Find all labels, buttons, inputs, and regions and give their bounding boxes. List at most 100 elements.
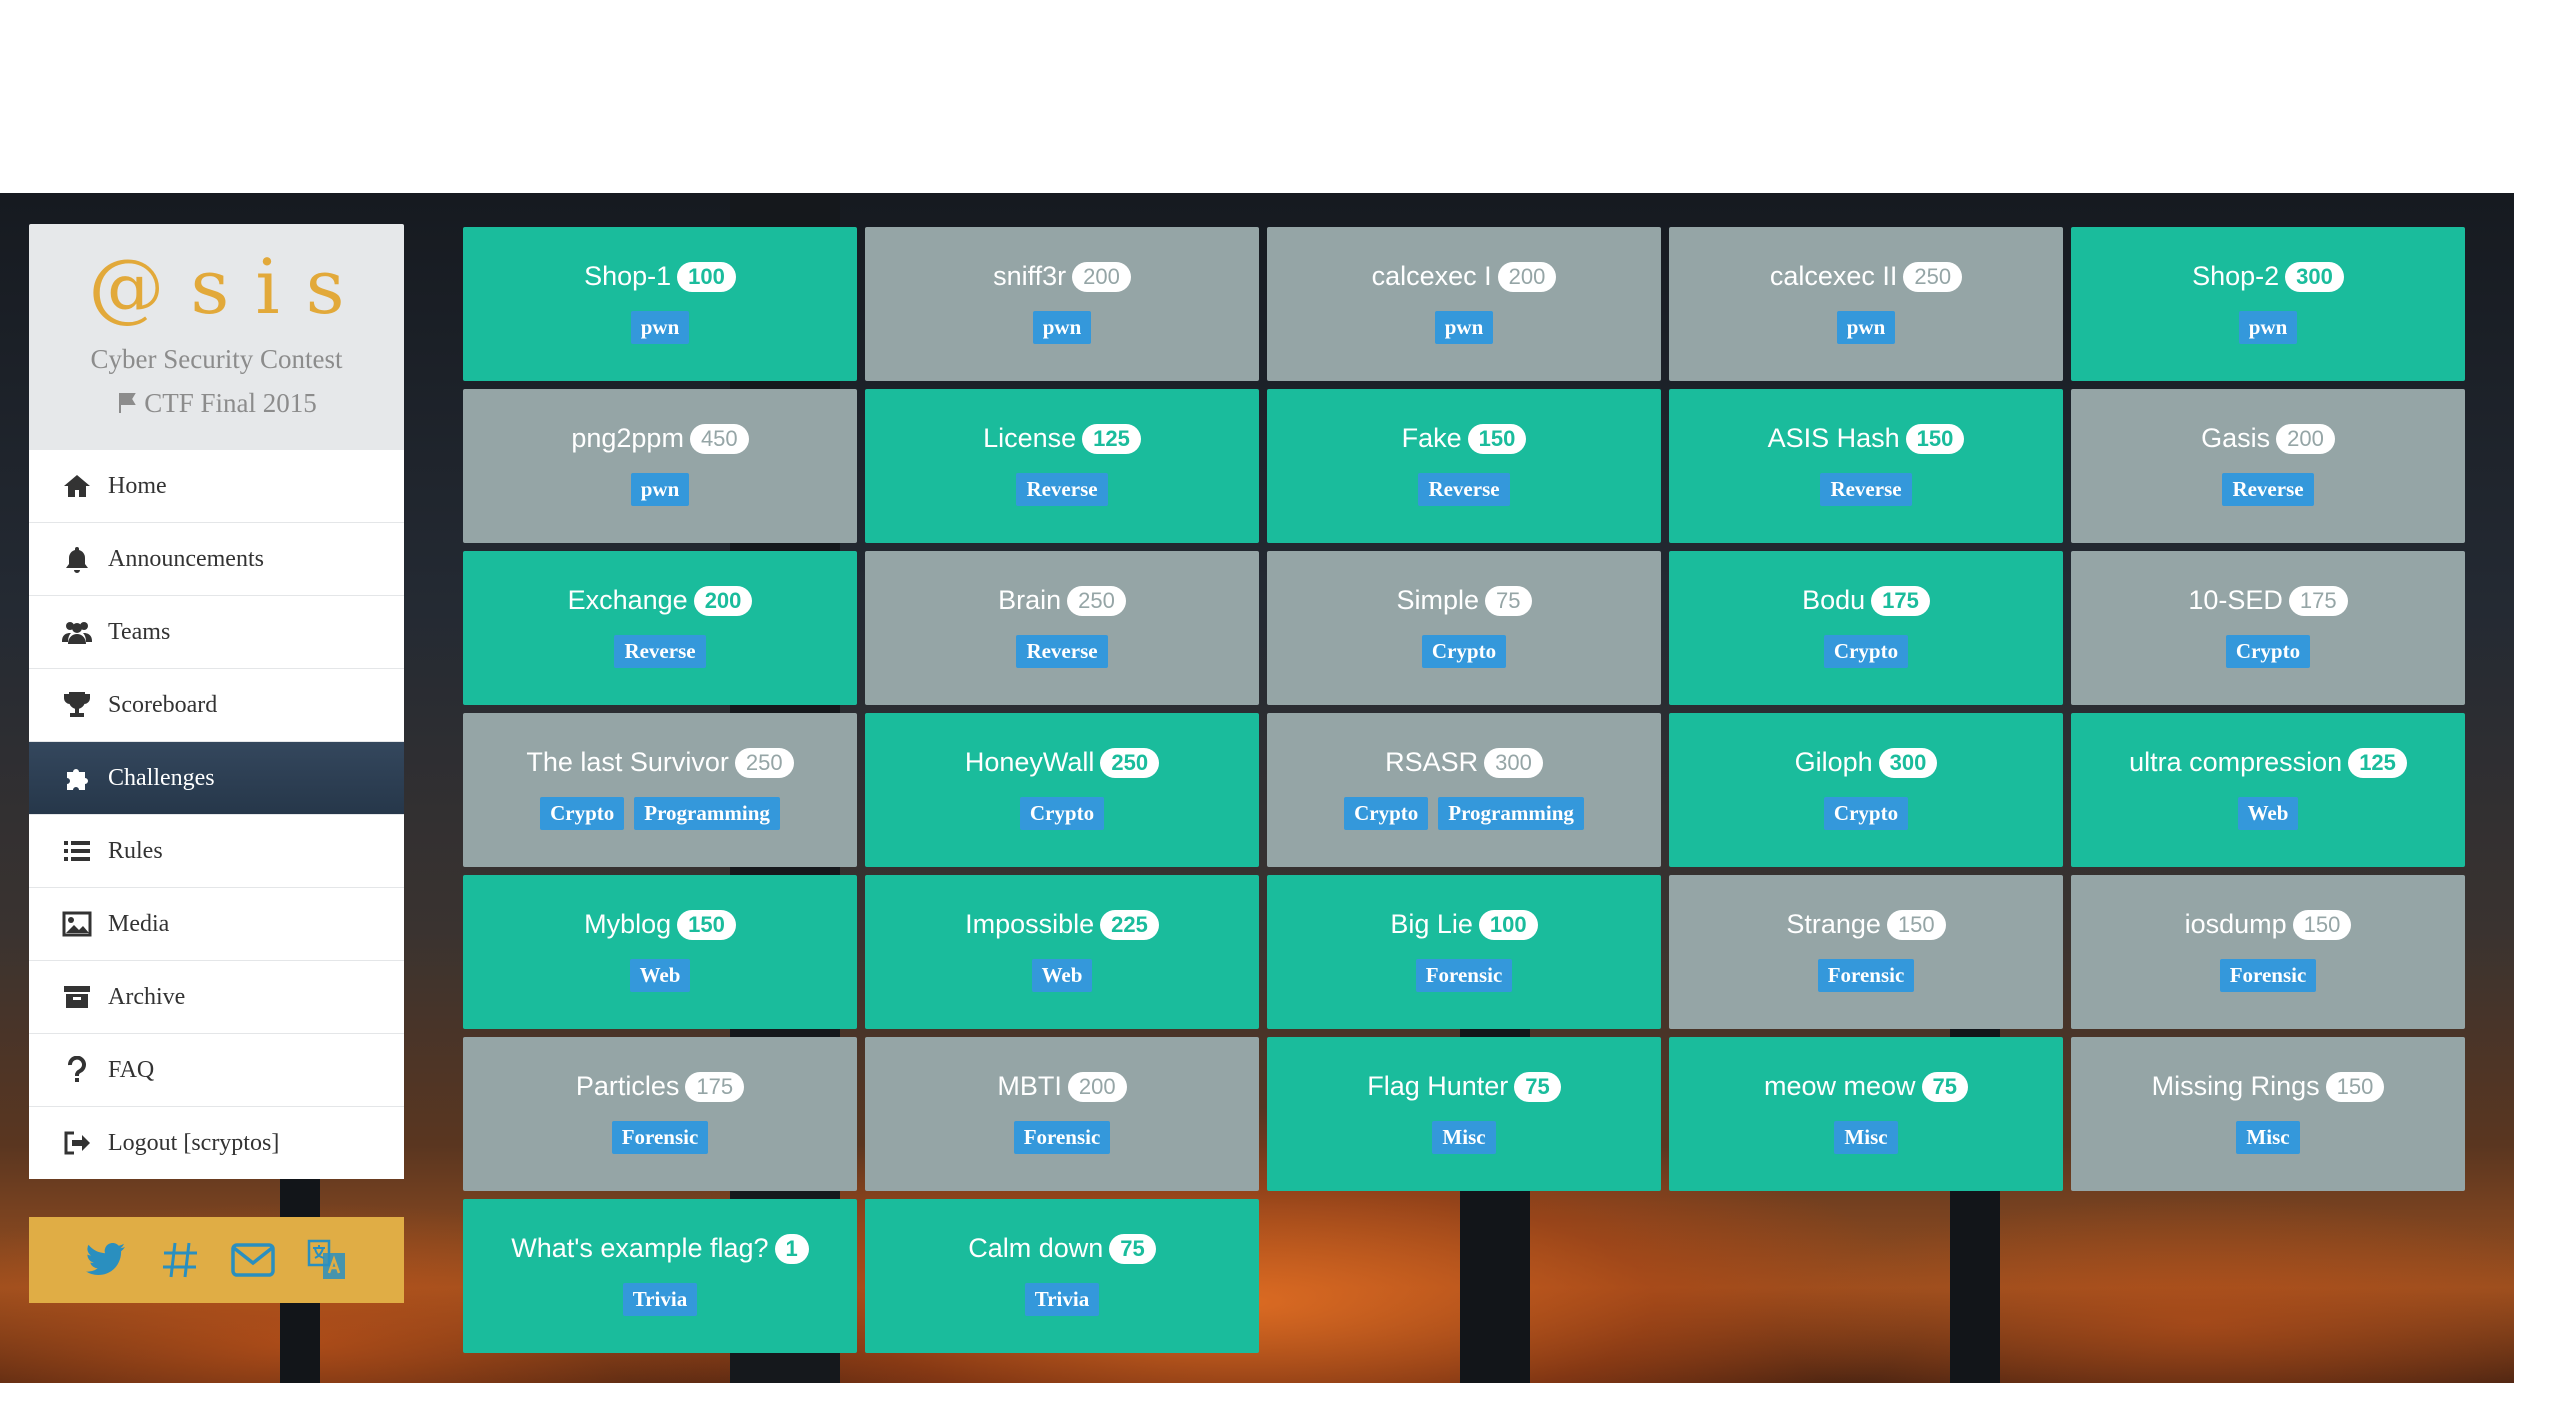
challenge-card[interactable]: calcexec II 250 pwn <box>1669 227 2063 381</box>
points-badge: 125 <box>2348 747 2407 778</box>
challenge-card[interactable]: HoneyWall 250 Crypto <box>865 713 1259 867</box>
list-icon <box>60 834 94 868</box>
challenge-card[interactable]: meow meow 75 Misc <box>1669 1037 2063 1191</box>
menu-item-faq[interactable]: FAQ <box>29 1033 404 1106</box>
home-icon <box>60 469 94 503</box>
challenge-card[interactable]: Giloph 300 Crypto <box>1669 713 2063 867</box>
challenge-tags: Reverse <box>614 634 706 668</box>
challenge-tags: Forensic <box>1817 958 1915 992</box>
category-tag: Misc <box>1834 1120 1898 1154</box>
trophy-icon <box>60 688 94 722</box>
challenge-name: Impossible <box>965 909 1095 939</box>
menu-item-label: Challenges <box>108 764 215 791</box>
category-tag: Reverse <box>2222 472 2314 506</box>
menu-item-label: Logout [scryptos] <box>108 1129 280 1156</box>
challenge-card[interactable]: Calm down 75 Trivia <box>865 1199 1259 1353</box>
menu-item-label: Media <box>108 910 170 937</box>
challenge-card[interactable]: What's example flag? 1 Trivia <box>463 1199 857 1353</box>
challenge-card[interactable]: ASIS Hash 150 Reverse <box>1669 389 2063 543</box>
challenge-card[interactable]: png2ppm 450 pwn <box>463 389 857 543</box>
challenge-name: 10-SED <box>2188 585 2283 615</box>
category-tag: Reverse <box>1820 472 1912 506</box>
menu-item-logout[interactable]: Logout [scryptos] <box>29 1106 404 1179</box>
menu-item-challenges[interactable]: Challenges <box>29 741 404 814</box>
menu-item-archive[interactable]: Archive <box>29 960 404 1033</box>
hashtag-icon[interactable] <box>158 1238 202 1282</box>
challenge-card[interactable]: ultra compression 125 Web <box>2071 713 2465 867</box>
points-badge: 200 <box>1072 261 1131 292</box>
challenge-name: Giloph <box>1794 747 1873 777</box>
challenge-card[interactable]: Myblog 150 Web <box>463 875 857 1029</box>
challenge-title-row: sniff3r 200 <box>993 257 1131 297</box>
points-badge: 450 <box>689 423 749 454</box>
challenge-card[interactable]: Strange 150 Forensic <box>1669 875 2063 1029</box>
challenge-title-row: Exchange 200 <box>568 581 753 621</box>
points-badge: 200 <box>1497 261 1557 292</box>
challenge-card[interactable]: License 125 Reverse <box>865 389 1259 543</box>
challenge-card[interactable]: Bodu 175 Crypto <box>1669 551 2063 705</box>
challenge-card[interactable]: iosdump 150 Forensic <box>2071 875 2465 1029</box>
category-tag: Web <box>629 958 691 992</box>
brand-edition: CTF Final 2015 <box>29 380 404 429</box>
challenge-title-row: Flag Hunter 75 <box>1367 1067 1561 1107</box>
points-badge: 250 <box>1903 261 1963 292</box>
points-badge: 300 <box>1484 747 1543 778</box>
category-tag: Forensic <box>1415 958 1513 992</box>
points-badge: 200 <box>2276 423 2335 454</box>
challenge-card[interactable]: Simple 75 Crypto <box>1267 551 1661 705</box>
envelope-icon[interactable] <box>231 1238 276 1282</box>
twitter-icon[interactable] <box>84 1238 128 1282</box>
challenge-tags: Forensic <box>1415 958 1513 992</box>
challenge-card[interactable]: Flag Hunter 75 Misc <box>1267 1037 1661 1191</box>
points-badge: 225 <box>1100 909 1159 940</box>
challenge-name: Big Lie <box>1390 909 1473 939</box>
points-badge: 1 <box>774 1233 809 1264</box>
points-badge: 100 <box>1478 909 1538 940</box>
logo[interactable]: @sis <box>29 224 404 332</box>
challenge-card[interactable]: Fake 150 Reverse <box>1267 389 1661 543</box>
challenge-card[interactable]: RSASR 300 Crypto Programming <box>1267 713 1661 867</box>
challenge-name: calcexec I <box>1371 261 1492 291</box>
challenge-card[interactable]: Big Lie 100 Forensic <box>1267 875 1661 1029</box>
challenge-card[interactable]: Brain 250 Reverse <box>865 551 1259 705</box>
challenge-card[interactable]: Impossible 225 Web <box>865 875 1259 1029</box>
challenge-card[interactable]: calcexec I 200 pwn <box>1267 227 1661 381</box>
challenge-card[interactable]: Exchange 200 Reverse <box>463 551 857 705</box>
menu-item-teams[interactable]: Teams <box>29 595 404 668</box>
challenge-card[interactable]: Shop-1 100 pwn <box>463 227 857 381</box>
challenge-title-row: Gasis 200 <box>2201 419 2335 459</box>
challenge-name: Flag Hunter <box>1367 1071 1509 1101</box>
menu-item-rules[interactable]: Rules <box>29 814 404 887</box>
main-menu: Home Announcements Teams Scoreboard Challeng… <box>29 450 404 1179</box>
category-tag: Misc <box>2236 1120 2300 1154</box>
challenge-card[interactable]: 10-SED 175 Crypto <box>2071 551 2465 705</box>
challenge-card[interactable]: sniff3r 200 pwn <box>865 227 1259 381</box>
menu-item-announcements[interactable]: Announcements <box>29 522 404 595</box>
challenge-card[interactable]: Shop-2 300 pwn <box>2071 227 2465 381</box>
category-tag: Crypto <box>1421 634 1507 668</box>
points-badge: 75 <box>1921 1071 1969 1102</box>
category-tag: Crypto <box>540 796 625 830</box>
challenge-card[interactable]: The last Survivor 250 Crypto Programming <box>463 713 857 867</box>
menu-item-media[interactable]: Media <box>29 887 404 960</box>
category-tag: pwn <box>2238 310 2298 344</box>
category-tag: pwn <box>1032 310 1092 344</box>
challenge-name: ultra compression <box>2129 747 2343 777</box>
brand-panel: @sis Cyber Security Contest CTF Final 20… <box>29 224 404 450</box>
menu-item-home[interactable]: Home <box>29 450 404 522</box>
points-badge: 150 <box>2325 1071 2385 1102</box>
menu-item-scoreboard[interactable]: Scoreboard <box>29 668 404 741</box>
challenge-card[interactable]: Particles 175 Forensic <box>463 1037 857 1191</box>
sign-out-icon <box>60 1126 94 1160</box>
challenge-name: Simple <box>1396 585 1480 615</box>
challenge-tags: Crypto <box>2225 634 2311 668</box>
points-badge: 150 <box>1467 423 1527 454</box>
challenge-title-row: MBTI 200 <box>997 1067 1127 1107</box>
challenge-title-row: Particles 175 <box>576 1067 745 1107</box>
challenge-card[interactable]: Missing Rings 150 Misc <box>2071 1037 2465 1191</box>
translate-icon[interactable] <box>305 1238 349 1282</box>
challenge-card[interactable]: MBTI 200 Forensic <box>865 1037 1259 1191</box>
challenge-name: sniff3r <box>993 261 1067 291</box>
challenge-card[interactable]: Gasis 200 Reverse <box>2071 389 2465 543</box>
challenge-name: License <box>983 423 1077 453</box>
